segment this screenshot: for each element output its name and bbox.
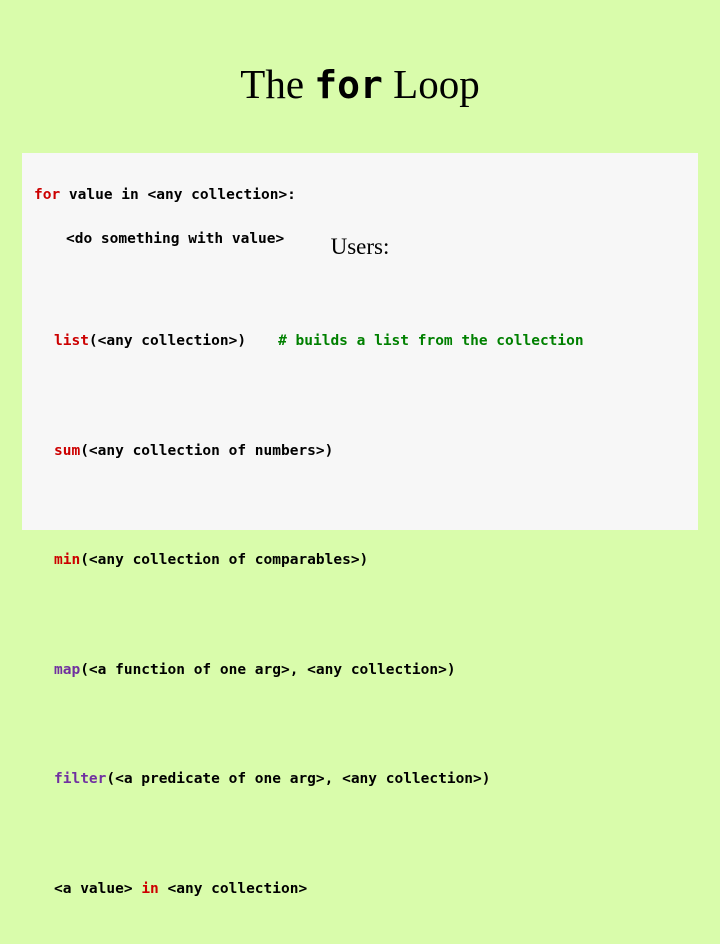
func-args-min: (<any collection of comparables>) bbox=[80, 552, 369, 568]
func-name-map: map bbox=[54, 661, 81, 678]
func-name-sum: sum bbox=[54, 442, 81, 459]
membership-line: <a value> in <any collection> bbox=[54, 878, 698, 900]
example-line: list(<any collection>) # builds a list fr… bbox=[54, 330, 698, 374]
func-args-sum: (<any collection of numbers>) bbox=[80, 442, 334, 459]
example-line: sum(<any collection of numbers>) bbox=[54, 440, 698, 484]
func-name-filter: filter bbox=[54, 771, 107, 787]
func-name-min: min bbox=[54, 552, 81, 568]
title-prefix: The bbox=[240, 61, 315, 107]
example-line: min(<any collection of comparables>) bbox=[54, 549, 698, 593]
title-keyword: for bbox=[314, 63, 383, 107]
slide: The for Loop for value in <any collectio… bbox=[0, 0, 720, 897]
example-line: filter(<a predicate of one arg>, <any co… bbox=[54, 768, 698, 812]
users-code-block: list(<any collection>) # builds a list fr… bbox=[22, 272, 698, 897]
in-keyword: in bbox=[141, 880, 159, 897]
func-name-list: list bbox=[54, 333, 89, 349]
func-args-map: (<a function of one arg>, <any collectio… bbox=[80, 661, 456, 678]
comment-list: # builds a list from the collection bbox=[278, 333, 584, 349]
membership-right: <any collection> bbox=[158, 880, 308, 897]
membership-left: <a value> bbox=[54, 880, 142, 897]
func-args-filter: (<a predicate of one arg>, <any collecti… bbox=[106, 771, 491, 787]
for-keyword: for bbox=[34, 187, 61, 203]
users-heading: Users: bbox=[330, 234, 390, 259]
example-line: map(<a function of one arg>, <any collec… bbox=[54, 659, 698, 703]
func-args-list: (<any collection>) bbox=[88, 333, 247, 349]
page-title: The for Loop bbox=[0, 61, 720, 107]
code-line-1: for value in <any collection>: bbox=[34, 184, 698, 206]
for-header-rest: value in <any collection>: bbox=[60, 187, 296, 203]
title-suffix: Loop bbox=[382, 61, 480, 107]
